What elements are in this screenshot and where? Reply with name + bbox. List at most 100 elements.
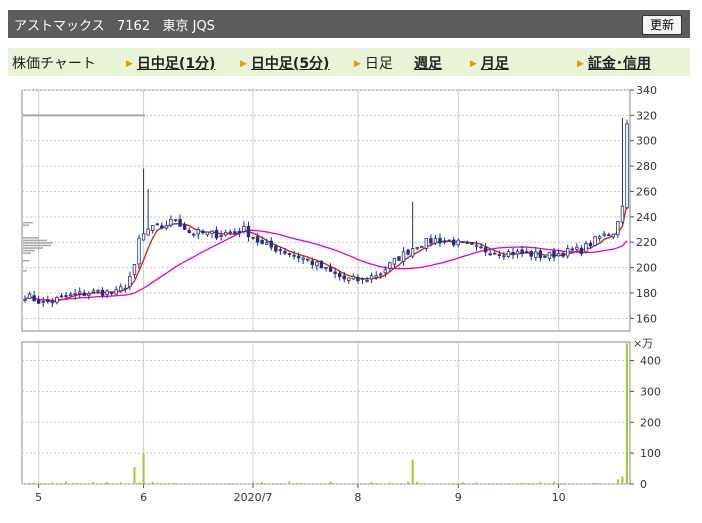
- stock-title: アストマックス 7162 東京 JQS: [14, 19, 215, 34]
- candle-body: [32, 295, 36, 302]
- volume-bar: [315, 483, 318, 484]
- candle-body: [461, 241, 465, 244]
- candle-body: [55, 296, 59, 303]
- candle-body: [451, 239, 456, 246]
- volume-bar: [124, 483, 127, 484]
- candle-body: [616, 221, 620, 236]
- candle-body: [287, 253, 292, 255]
- volume-bar: [598, 483, 601, 484]
- candle-body: [365, 279, 369, 282]
- candle-body: [379, 273, 383, 276]
- price-tick-label: 320: [636, 109, 657, 122]
- volume-bar: [511, 483, 514, 484]
- volume-bar: [138, 482, 141, 484]
- candle-body: [164, 225, 169, 229]
- volume-bar: [594, 483, 597, 484]
- volume-bar: [621, 476, 624, 484]
- volume-bar: [110, 483, 113, 484]
- nav-item-2[interactable]: ▶ 日中足(5分): [240, 53, 329, 73]
- candle-body: [64, 295, 68, 298]
- candle-body: [602, 233, 606, 236]
- nav-item-label: 月足: [480, 56, 509, 72]
- volume-bar: [106, 482, 109, 484]
- volume-bar: [466, 483, 469, 484]
- candle-body: [146, 228, 150, 236]
- candle-body: [73, 293, 77, 296]
- volume-bar: [78, 483, 81, 484]
- candle-body: [274, 245, 278, 252]
- volume-bar: [329, 481, 332, 484]
- candle-body: [547, 251, 552, 259]
- volume-bar: [553, 481, 556, 484]
- candle-body: [420, 246, 424, 249]
- candle-body: [46, 299, 50, 302]
- candle-body: [575, 246, 579, 250]
- x-tick-label: 8: [354, 491, 361, 504]
- candle-body: [429, 238, 433, 244]
- price-profile-bar: [23, 237, 39, 239]
- price-profile-bar: [23, 224, 29, 226]
- candle-body: [406, 249, 410, 255]
- volume-unit-label: ×万: [633, 337, 653, 350]
- candle-body: [552, 250, 556, 258]
- volume-bar: [60, 483, 63, 484]
- candle-body: [607, 234, 611, 237]
- nav-item-5[interactable]: ▶ 月足: [470, 53, 509, 73]
- candle-body: [187, 230, 191, 234]
- price-tick-label: 220: [636, 236, 657, 249]
- candle-body: [123, 287, 128, 290]
- nav-item-label: 証金･信用: [587, 56, 651, 72]
- volume-bar: [452, 483, 455, 484]
- candle-body: [506, 251, 511, 257]
- volume-bar: [65, 481, 68, 484]
- volume-bar: [498, 483, 501, 484]
- arrow-icon: ▶: [577, 59, 584, 69]
- candle-body: [23, 298, 27, 301]
- volume-bar: [480, 483, 483, 484]
- nav-item-1[interactable]: ▶ 日中足(1分): [126, 53, 215, 73]
- volume-bar: [174, 482, 177, 484]
- x-tick-label: 2020/7: [234, 491, 273, 504]
- price-tick-label: 260: [636, 185, 657, 198]
- candle-body: [570, 248, 574, 251]
- nav-item-6[interactable]: ▶ 証金･信用: [577, 53, 651, 73]
- candle-body: [205, 231, 210, 236]
- candle-body: [369, 275, 374, 280]
- candle-body: [588, 242, 593, 247]
- volume-bar: [74, 483, 77, 484]
- volume-bar: [416, 481, 419, 484]
- volume-bar: [334, 483, 337, 484]
- volume-bar: [51, 482, 54, 484]
- candle-body: [625, 123, 629, 209]
- candle-body: [502, 255, 506, 258]
- volume-bar: [320, 483, 323, 484]
- price-profile-bar: [23, 247, 43, 249]
- candle-body: [524, 251, 529, 254]
- candle-body: [278, 249, 283, 252]
- volume-bar: [361, 483, 364, 484]
- volume-bar: [33, 482, 36, 484]
- candle-body: [611, 233, 616, 238]
- candle-body: [566, 248, 570, 257]
- nav-item-4[interactable]: 週足: [414, 53, 442, 73]
- candle-body: [119, 286, 123, 292]
- refresh-button[interactable]: 更新: [641, 15, 682, 35]
- candle-body: [78, 291, 82, 294]
- volume-bar: [128, 483, 131, 484]
- candle-body: [210, 230, 214, 234]
- arrow-icon: ▶: [240, 59, 247, 69]
- volume-bar: [220, 483, 223, 484]
- candle-body: [59, 295, 64, 298]
- candle-body: [534, 251, 538, 258]
- volume-bar: [507, 483, 510, 484]
- volume-bar: [484, 483, 487, 484]
- candle-body: [593, 236, 597, 246]
- price-profile-bar: [23, 252, 31, 254]
- volume-bar: [516, 483, 519, 484]
- candle-body: [141, 233, 146, 241]
- candle-body: [356, 276, 360, 282]
- volume-bar: [347, 483, 350, 484]
- candle-body: [392, 257, 397, 265]
- candle-body: [447, 239, 451, 242]
- candle-body: [27, 293, 32, 299]
